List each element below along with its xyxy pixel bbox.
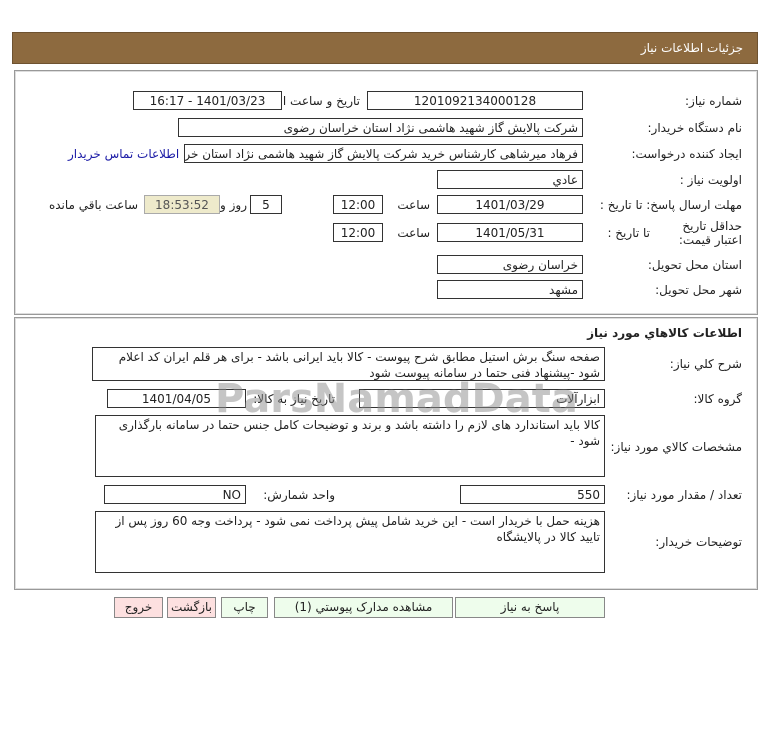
desc-label: شرح کلي نیاز:: [669, 357, 742, 371]
specs-label: مشخصات کالاي مورد نیاز:: [610, 440, 742, 454]
deadline-time-label: ساعت: [397, 198, 430, 212]
validity-time-field: 12:00: [333, 223, 383, 242]
need-number-label: شماره نیاز:: [685, 94, 742, 108]
group-field: ابزارآلات: [359, 389, 605, 408]
exit-button[interactable]: خروج: [114, 597, 163, 618]
buyer-org-field: شرکت پالایش گاز شهید هاشمی نژاد استان خر…: [178, 118, 583, 137]
need-date-label: تاریخ نیاز به کالا:: [253, 392, 335, 406]
days-remaining-field: 5: [250, 195, 282, 214]
validity-label: حداقل تاریخ اعتبار قیمت:: [678, 219, 742, 247]
page-header: جزئیات اطلاعات نیاز: [12, 32, 758, 64]
unit-label: واحد شمارش:: [263, 488, 335, 502]
group-label: گروه کالا:: [693, 392, 743, 406]
priority-field: عادي: [437, 170, 583, 189]
buyer-contact-link[interactable]: اطلاعات تماس خریدار: [68, 147, 179, 161]
time-remaining-label: ساعت باقي مانده: [48, 198, 138, 212]
validity-to-label: تا تاریخ :: [607, 226, 650, 240]
page: جزئیات اطلاعات نیاز شماره نیاز: 12010921…: [0, 0, 770, 745]
reply-button[interactable]: پاسخ به نیاز: [455, 597, 605, 618]
province-label: استان محل تحویل:: [647, 258, 742, 272]
province-field: خراسان رضوی: [437, 255, 583, 274]
deadline-date-field: 1401/03/29: [437, 195, 583, 214]
creator-label: ایجاد کننده درخواست:: [631, 147, 742, 161]
priority-label: اولویت نیاز :: [679, 173, 742, 187]
validity-time-label: ساعت: [397, 226, 430, 240]
buyer-notes-field: هزینه حمل با خریدار است - این خرید شامل …: [95, 511, 605, 573]
specs-field: کالا باید استاندارد های لازم را داشته با…: [95, 415, 605, 477]
time-remaining-field: 18:53:52: [144, 195, 220, 214]
need-number-field: 1201092134000128: [367, 91, 583, 110]
view-attachments-button[interactable]: مشاهده مدارک پیوستي (1): [274, 597, 453, 618]
qty-label: تعداد / مقدار مورد نیاز:: [626, 488, 742, 502]
back-button[interactable]: بازگشت: [167, 597, 216, 618]
city-field: مشهد: [437, 280, 583, 299]
announce-field: 1401/03/23 - 16:17: [133, 91, 282, 110]
goods-section-title: اطلاعات کالاهاي مورد نیاز: [587, 326, 742, 340]
validity-date-field: 1401/05/31: [437, 223, 583, 242]
buyer-notes-label: توضیحات خریدار:: [655, 535, 742, 549]
desc-field: صفحه سنگ برش استیل مطابق شرح پیوست - کال…: [92, 347, 605, 381]
deadline-label: مهلت ارسال پاسخ: تا تاریخ :: [599, 198, 742, 212]
deadline-time-field: 12:00: [333, 195, 383, 214]
creator-field: فرهاد میرشاهی کارشناس خرید شرکت پالایش گ…: [184, 144, 583, 163]
qty-field: 550: [460, 485, 605, 504]
city-label: شهر محل تحویل:: [655, 283, 742, 297]
print-button[interactable]: چاپ: [221, 597, 268, 618]
page-title: جزئیات اطلاعات نیاز: [640, 41, 743, 55]
unit-field: NO: [104, 485, 246, 504]
need-date-field: 1401/04/05: [107, 389, 246, 408]
days-label: روز و: [220, 198, 247, 212]
buyer-org-label: نام دستگاه خریدار:: [647, 121, 743, 135]
